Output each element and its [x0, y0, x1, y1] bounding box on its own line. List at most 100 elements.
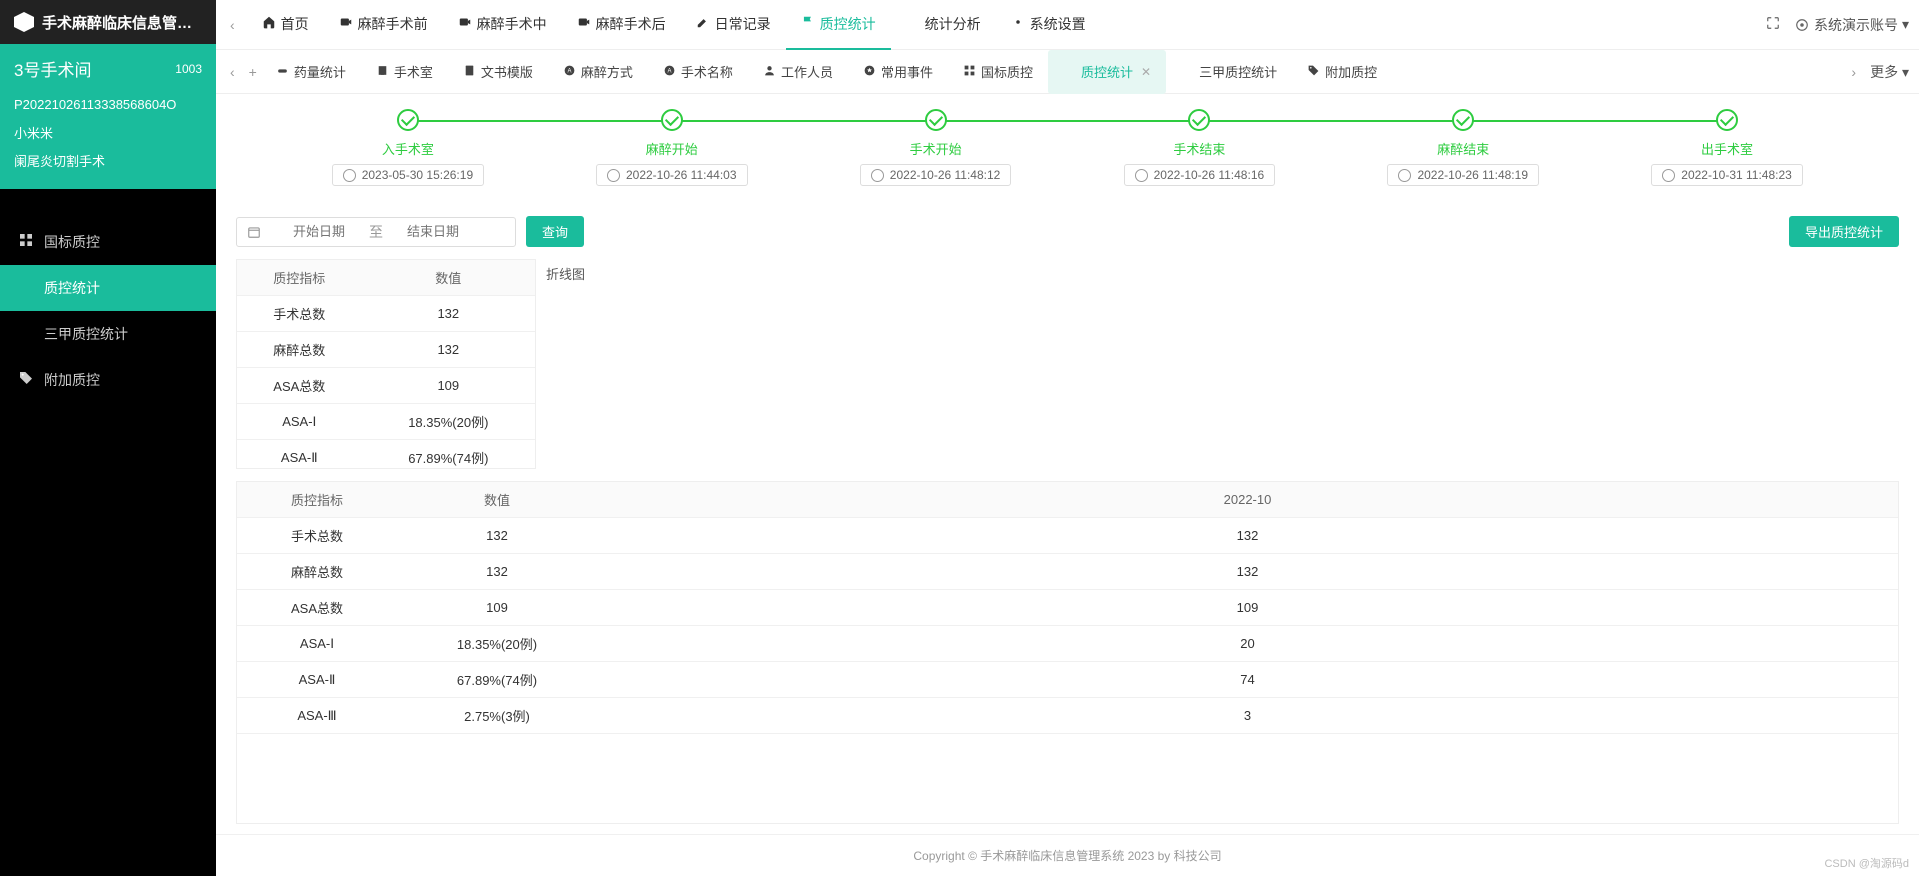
user-menu[interactable]: 系统演示账号 ▾: [1795, 15, 1909, 35]
table-row: 麻醉总数132: [237, 332, 535, 368]
chevron-down-icon: ▾: [1902, 64, 1909, 80]
svg-text:A: A: [667, 68, 671, 74]
nav-item-麻醉手术中[interactable]: 麻醉手术中: [443, 0, 562, 50]
big-metrics-table-wrap: 质控指标数值2022-10手术总数132132麻醉总数132132ASA总数10…: [236, 481, 1899, 824]
table-cell: 67.89%(74例): [397, 662, 597, 698]
sidebar-item-三甲质控统计[interactable]: 三甲质控统计: [0, 311, 216, 357]
table-cell: 手术总数: [237, 518, 397, 554]
table-row: ASA-Ⅰ18.35%(20例): [237, 404, 535, 440]
table-cell: 手术总数: [237, 296, 362, 332]
footer-copyright: Copyright © 手术麻醉临床信息管理系统 2023 by 科技公司: [216, 834, 1919, 876]
nav-item-麻醉手术后[interactable]: 麻醉手术后: [562, 0, 681, 50]
subtab-麻醉方式[interactable]: A麻醉方式: [548, 50, 648, 94]
nav-item-质控统计[interactable]: 质控统计: [786, 0, 891, 50]
step-title: 麻醉开始: [540, 139, 804, 158]
person-icon: [763, 64, 781, 80]
sidebar-item-label: 附加质控: [44, 370, 100, 390]
room-info-panel: 3号手术间 1003 P20221026113338568604O 小米米 阑尾…: [0, 44, 216, 189]
table-cell: 20: [597, 626, 1898, 662]
step-time[interactable]: 2022-10-26 11:48:12: [860, 164, 1012, 186]
a-icon: A: [563, 64, 581, 80]
table-cell: 3: [597, 698, 1898, 734]
nav-back-arrow[interactable]: ‹: [226, 13, 239, 37]
calendar-icon: [247, 225, 261, 239]
table-row: ASA-Ⅲ2.75%(3例)3: [237, 698, 1898, 734]
subtab-三甲质控统计[interactable]: 三甲质控统计: [1166, 50, 1292, 94]
date-range-picker[interactable]: 至: [236, 217, 516, 247]
filter-row: 至 查询 导出质控统计: [236, 216, 1899, 247]
app-logo: 手术麻醉临床信息管…: [0, 0, 216, 44]
more-dropdown[interactable]: 更多 ▾: [1870, 62, 1909, 82]
bars-icon: [18, 278, 44, 297]
subtab-药量统计[interactable]: 药量统计: [261, 50, 361, 94]
edit-icon: [696, 15, 715, 32]
nav-item-系统设置[interactable]: 系统设置: [996, 0, 1101, 50]
table-cell: 18.35%(20例): [362, 404, 535, 440]
table-cell: 109: [362, 368, 535, 404]
subtab-工作人员[interactable]: 工作人员: [748, 50, 848, 94]
nav-item-麻醉手术前[interactable]: 麻醉手术前: [324, 0, 443, 50]
nav-item-日常记录[interactable]: 日常记录: [681, 0, 786, 50]
sidebar-item-label: 国标质控: [44, 232, 100, 252]
table-row: ASA-Ⅱ67.89%(74例)74: [237, 662, 1898, 698]
sidebar-item-国标质控[interactable]: 国标质控: [0, 219, 216, 265]
step-check-icon: [1716, 109, 1738, 131]
query-button[interactable]: 查询: [526, 216, 584, 247]
sidebar-item-label: 质控统计: [44, 278, 100, 298]
table-row: 手术总数132: [237, 296, 535, 332]
close-icon[interactable]: ✕: [1141, 65, 1151, 79]
subtab-附加质控[interactable]: 附加质控: [1292, 50, 1392, 94]
subtab-手术名称[interactable]: A手术名称: [648, 50, 748, 94]
subtab-文书模版[interactable]: 文书模版: [448, 50, 548, 94]
subtab-back-arrow[interactable]: ‹: [226, 60, 239, 84]
flag-icon: [801, 15, 820, 32]
step-title: 入手术室: [276, 139, 540, 158]
room-name: 3号手术间: [14, 56, 91, 81]
step-time[interactable]: 2022-10-26 11:48:19: [1387, 164, 1539, 186]
subtab-add-icon[interactable]: +: [245, 60, 261, 84]
col-header: 质控指标: [237, 482, 397, 518]
grid-icon: [963, 64, 981, 80]
side-nav: 国标质控质控统计三甲质控统计附加质控: [0, 189, 216, 403]
sidebar-item-质控统计[interactable]: 质控统计: [0, 265, 216, 311]
step-time[interactable]: 2022-10-26 11:48:16: [1124, 164, 1276, 186]
nav-item-首页[interactable]: 首页: [247, 0, 324, 50]
step-time[interactable]: 2023-05-30 15:26:19: [332, 164, 484, 186]
subtab-常用事件[interactable]: 常用事件: [848, 50, 948, 94]
svg-text:A: A: [567, 68, 571, 74]
logo-icon: [12, 10, 36, 34]
chevron-down-icon: ▾: [1902, 16, 1909, 33]
subtab-质控统计[interactable]: 质控统计✕: [1048, 50, 1166, 94]
top-nav: ‹ 首页麻醉手术前麻醉手术中麻醉手术后日常记录质控统计统计分析系统设置 系统演示…: [216, 0, 1919, 50]
table-cell: 132: [597, 554, 1898, 590]
fullscreen-icon[interactable]: [1766, 16, 1780, 33]
table-cell: 132: [397, 554, 597, 590]
line-chart-area: 折线图: [536, 259, 1899, 469]
step-time[interactable]: 2022-10-31 11:48:23: [1651, 164, 1803, 186]
step-check-icon: [925, 109, 947, 131]
table-cell: 74: [597, 662, 1898, 698]
subtab-国标质控[interactable]: 国标质控: [948, 50, 1048, 94]
subtab-手术室[interactable]: 手术室: [361, 50, 448, 94]
table-row: ASA-Ⅰ18.35%(20例)20: [237, 626, 1898, 662]
start-date-input[interactable]: [269, 224, 369, 239]
table-row: 麻醉总数132132: [237, 554, 1898, 590]
list-icon: [18, 324, 44, 343]
table-cell: ASA-Ⅱ: [237, 440, 362, 470]
table-cell: 67.89%(74例): [362, 440, 535, 470]
video-icon: [458, 15, 477, 32]
sidebar-item-附加质控[interactable]: 附加质控: [0, 357, 216, 403]
content-area: 至 查询 导出质控统计 质控指标数值手术总数132麻醉总数132ASA总数109…: [216, 206, 1919, 834]
export-button[interactable]: 导出质控统计: [1789, 216, 1899, 247]
table-cell: 132: [362, 296, 535, 332]
col-header: 数值: [362, 260, 535, 296]
nav-item-统计分析[interactable]: 统计分析: [891, 0, 996, 50]
surgery-name: 阑尾炎切割手术: [14, 148, 202, 177]
end-date-input[interactable]: [383, 224, 483, 239]
home-icon: [262, 15, 281, 32]
surgery-steps: 入手术室 2023-05-30 15:26:19 麻醉开始 2022-10-26 11…: [216, 94, 1919, 206]
step-time[interactable]: 2022-10-26 11:44:03: [596, 164, 748, 186]
step-入手术室: 入手术室 2023-05-30 15:26:19: [276, 109, 540, 186]
step-check-icon: [397, 109, 419, 131]
subtab-forward-arrow[interactable]: ›: [1847, 60, 1860, 84]
